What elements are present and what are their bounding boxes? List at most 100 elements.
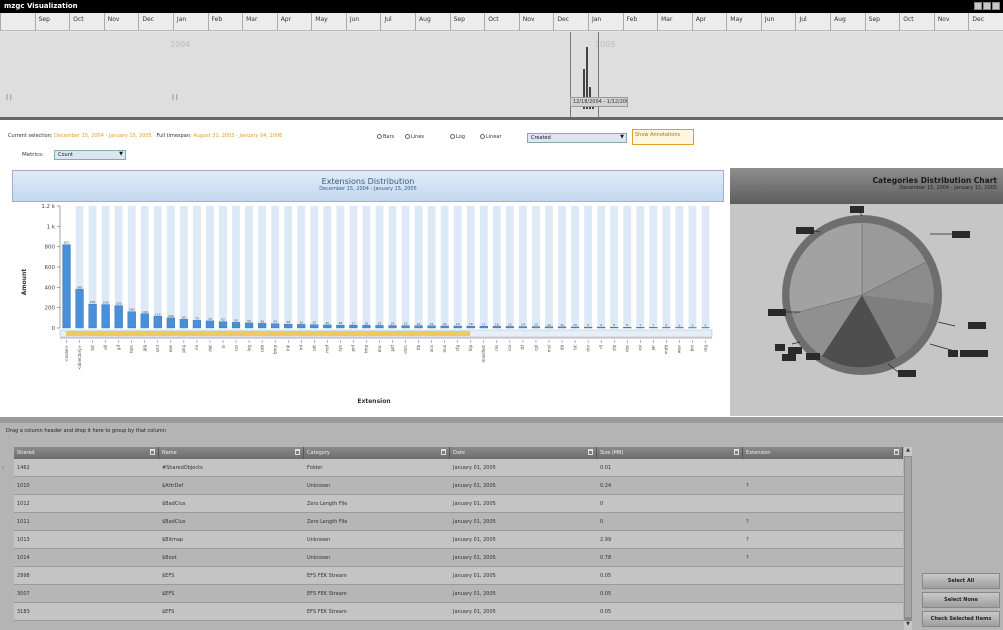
bar-value-label: 230: [103, 301, 109, 305]
bar[interactable]: [649, 327, 658, 329]
table-row[interactable]: 1011 $BadClus Zero Length File January 01, …: [14, 513, 903, 531]
table-row[interactable]: 1014 $Boot Unknown January 01, 2005 0.78?: [14, 549, 903, 567]
bar[interactable]: [101, 304, 110, 329]
filter-icon[interactable]: [150, 449, 155, 455]
scroll-up-icon[interactable]: ▲: [904, 447, 912, 456]
table-row[interactable]: › 1462 #SharedObjects Folder January 01, 200…: [2, 459, 903, 477]
bar[interactable]: [544, 326, 554, 329]
filter-icon[interactable]: [588, 449, 593, 455]
timeline-histogram[interactable]: 2004 2005 | | | |: [0, 32, 1003, 117]
bar[interactable]: [140, 313, 149, 329]
bar[interactable]: [153, 316, 162, 329]
bar[interactable]: [701, 327, 710, 329]
bar[interactable]: [231, 322, 241, 329]
bar[interactable]: [427, 325, 436, 329]
bar[interactable]: [492, 326, 501, 329]
bar[interactable]: [336, 324, 345, 329]
bar[interactable]: [610, 326, 619, 329]
bar[interactable]: [284, 323, 293, 329]
radio-lines[interactable]: Lines: [405, 134, 424, 140]
bar[interactable]: [688, 327, 697, 329]
metrics-dropdown[interactable]: Count ▼: [54, 150, 126, 160]
bar[interactable]: [75, 289, 84, 329]
timeline-panel[interactable]: Sep Oct Nov Dec Jan Feb Mar Apr May Jun Jul Aug Sep O…: [0, 13, 1003, 120]
timeline-month-label: Jul: [795, 13, 830, 31]
bar[interactable]: [114, 305, 123, 329]
bar[interactable]: [623, 326, 632, 329]
bar[interactable]: [310, 324, 319, 329]
bar[interactable]: [388, 325, 397, 329]
filter-icon[interactable]: [441, 449, 446, 455]
check-selected-items-button[interactable]: Check Selected Items: [922, 611, 1000, 627]
bar[interactable]: [205, 320, 215, 329]
grid-vertical-scrollbar[interactable]: ▲ ▼: [904, 447, 912, 630]
bar[interactable]: [570, 326, 580, 329]
bar[interactable]: [531, 326, 541, 329]
filter-icon[interactable]: [734, 449, 739, 455]
bar[interactable]: [466, 325, 475, 329]
select-none-button[interactable]: Select None: [922, 592, 1000, 608]
close-button[interactable]: [992, 2, 1000, 10]
bar[interactable]: [414, 325, 423, 329]
column-header[interactable]: Name: [159, 447, 304, 459]
chart-scrollbar-thumb[interactable]: [66, 331, 471, 336]
bar[interactable]: [166, 317, 175, 329]
scrollbar-thumb[interactable]: [905, 457, 911, 617]
categories-pie-chart[interactable]: [730, 204, 1003, 416]
radio-bars[interactable]: Bars: [377, 134, 394, 140]
table-cell: ?: [746, 519, 749, 525]
bar[interactable]: [297, 324, 306, 329]
show-annotations-checkbox[interactable]: Show Annotations: [632, 129, 694, 145]
bar[interactable]: [453, 325, 462, 329]
table-row[interactable]: 1010 $AttrDef Unknown January 01, 2005 0.24?: [14, 477, 903, 495]
bar[interactable]: [675, 327, 684, 329]
table-row[interactable]: 3007 $EFS EFS FEK Stream January 01, 2005 0.…: [14, 585, 903, 603]
column-header[interactable]: Category: [304, 447, 450, 459]
bar[interactable]: [597, 326, 606, 329]
bar[interactable]: [362, 325, 371, 329]
table-row[interactable]: 1012 $BadClus Zero Length File January 01, …: [14, 495, 903, 513]
bar[interactable]: [557, 326, 567, 329]
bar[interactable]: [323, 324, 332, 329]
date-field-dropdown[interactable]: Created ▼: [527, 133, 627, 143]
scroll-down-icon[interactable]: ▼: [904, 621, 912, 630]
radio-linear[interactable]: Linear: [480, 134, 502, 140]
column-header[interactable]: Size (MB): [597, 447, 743, 459]
bar[interactable]: [271, 323, 280, 329]
filter-icon[interactable]: [894, 449, 899, 455]
bar[interactable]: [62, 244, 71, 329]
radio-log[interactable]: Log: [450, 134, 465, 140]
bar[interactable]: [218, 321, 228, 329]
maximize-button[interactable]: [983, 2, 991, 10]
pie-label-box: [952, 231, 970, 238]
bar[interactable]: [505, 326, 514, 329]
bar[interactable]: [401, 325, 410, 329]
select-all-button[interactable]: Select All: [922, 573, 1000, 589]
column-header[interactable]: Date: [450, 447, 597, 459]
bar[interactable]: [244, 322, 254, 329]
table-row[interactable]: 1013 $Bitmap Unknown January 01, 2005 2.99?: [14, 531, 903, 549]
extensions-bar-chart[interactable]: Amount Extension 02004006008001 k1.2 k82…: [12, 202, 724, 416]
bar[interactable]: [584, 326, 593, 329]
table-row[interactable]: 3183 $EFS EFS FEK Stream January 01, 2005 0.…: [14, 603, 903, 621]
table-row[interactable]: 2998 $EFS EFS FEK Stream January 01, 2005 0.…: [14, 567, 903, 585]
filter-icon[interactable]: [295, 449, 300, 455]
bar[interactable]: [479, 326, 488, 329]
minimize-button[interactable]: [974, 2, 982, 10]
bar[interactable]: [662, 327, 671, 329]
bar[interactable]: [518, 326, 528, 329]
x-tick-label: bin: [690, 345, 695, 352]
bar[interactable]: [88, 303, 97, 329]
bar[interactable]: [349, 325, 358, 329]
bar[interactable]: [179, 319, 188, 329]
bar[interactable]: [375, 325, 384, 329]
bar[interactable]: [127, 311, 136, 329]
bar[interactable]: [192, 320, 202, 329]
column-header[interactable]: Extension: [743, 447, 903, 459]
bar[interactable]: [440, 325, 449, 329]
bar[interactable]: [636, 327, 645, 329]
x-tick-label: log: [246, 345, 251, 352]
bar-value-label: 8: [626, 323, 628, 327]
bar[interactable]: [258, 323, 267, 329]
column-header[interactable]: Shared: [14, 447, 159, 459]
